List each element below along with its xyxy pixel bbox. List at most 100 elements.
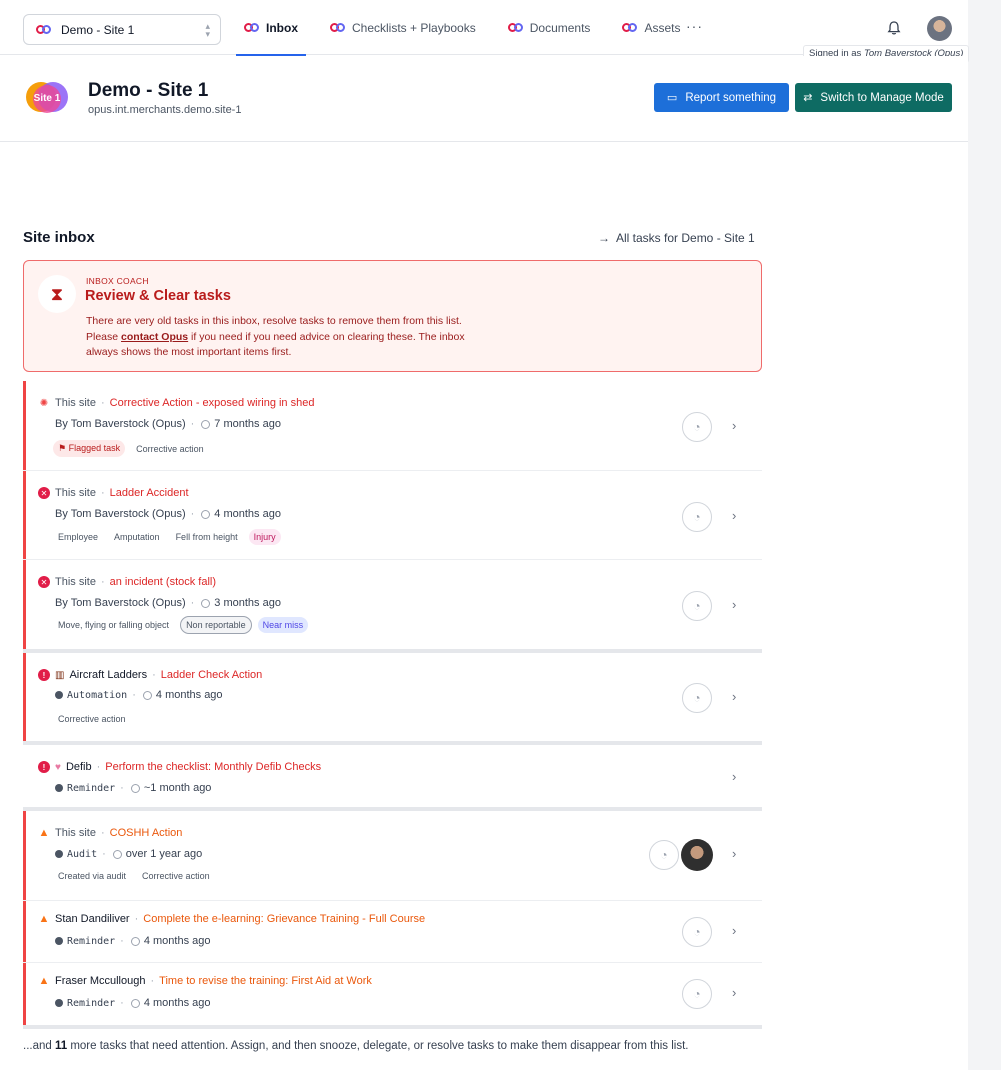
task-row[interactable]: ✕ This site · an incident (stock fall) B… [23,560,762,653]
separator-dot: · [102,848,106,860]
snooze-icon[interactable]: ◔ [682,412,712,442]
task-age: ~1 month ago [143,782,212,794]
task-title[interactable]: Corrective Action - exposed wiring in sh… [110,397,315,409]
assignee-avatar[interactable] [681,839,713,871]
task-row[interactable]: ! ▥ Aircraft Ladders · Ladder Check Acti… [23,653,762,745]
task-title[interactable]: Ladder Accident [110,487,189,499]
snooze-icon[interactable]: ◔ [682,683,712,713]
clock-icon [112,849,122,859]
task-source: This site [55,487,96,499]
robot-icon [55,937,63,945]
separator-dot: · [100,576,105,588]
task-age: 4 months ago [143,997,211,1009]
task-source: This site [55,827,96,839]
task-title[interactable]: COSHH Action [110,827,183,839]
tag-injury: Injury [248,529,281,545]
separator-dot: · [152,669,156,681]
snooze-icon[interactable]: ◔ [682,917,712,947]
tab-assets[interactable]: Assets [614,0,688,55]
robot-icon [55,850,63,858]
page-gutter [968,0,1001,1070]
task-title[interactable]: Time to revise the training: First Aid a… [159,975,372,987]
clock-icon [201,509,211,519]
separator-dot: · [120,935,124,947]
chevron-right-icon[interactable]: › [732,985,736,1000]
task-age: 3 months ago [214,597,281,609]
error-x-icon: ✕ [38,576,50,588]
contact-opus-link[interactable]: contact Opus [121,331,188,343]
all-tasks-label: All tasks for Demo - Site 1 [616,231,755,245]
task-author: Automation [67,689,128,701]
site-selector[interactable]: Demo - Site 1 ▴ ▾ [23,14,221,45]
snooze-icon[interactable]: ◔ [649,840,679,870]
task-source: Aircraft Ladders [69,669,148,681]
snooze-icon[interactable]: ◔ [682,502,712,532]
task-row[interactable]: ! ♥ Defib · Perform the checklist: Month… [23,745,762,811]
nav-tabs: Inbox Checklists + Playbooks Documents A… [236,0,704,56]
tag-label: Flagged task [68,443,121,453]
task-author: Reminder [67,997,116,1009]
site-badge-text: Site 1 [34,93,61,104]
tag: Corrective action [142,871,210,881]
tag: Employee [58,532,99,542]
site-header: Site 1 Demo - Site 1 opus.int.merchants.… [0,56,968,142]
task-row[interactable]: ▲ This site · COSHH Action Audit · over … [23,811,762,901]
task-title[interactable]: an incident (stock fall) [110,576,216,588]
more-tasks-note: ...and 11 more tasks that need attention… [23,1040,688,1052]
bell-icon[interactable] [886,20,902,36]
opus-logo-icon [36,25,52,34]
task-title[interactable]: Perform the checklist: Monthly Defib Che… [105,761,321,773]
task-age: over 1 year ago [125,848,203,860]
snooze-icon[interactable]: ◔ [682,591,712,621]
tag: Fell from height [175,532,238,542]
swap-arrows-icon: ⇄ [803,92,813,104]
ladder-icon: ▥ [55,669,65,681]
tab-label: Checklists + Playbooks [352,20,476,35]
all-tasks-link[interactable]: → All tasks for Demo - Site 1 [598,231,755,245]
report-something-button[interactable]: ▭ Report something [654,83,789,112]
task-row[interactable]: ✺ This site · Corrective Action - expose… [23,381,762,471]
tab-label: Inbox [266,20,298,35]
robot-icon [55,999,63,1007]
task-title[interactable]: Complete the e-learning: Grievance Train… [143,913,425,925]
chevron-right-icon[interactable]: › [732,508,736,523]
opus-logo-icon [622,23,638,32]
footer-text: more tasks that need attention. Assign, … [67,1040,689,1052]
task-row[interactable]: ▲ Fraser Mccullough · Time to revise the… [23,963,762,1029]
warning-icon: ▲ [38,975,50,987]
tab-label: Assets [644,20,681,35]
user-avatar[interactable] [927,16,952,41]
tag-near-miss: Near miss [257,617,309,633]
tag-flagged: ⚑ Flagged task [53,440,126,457]
chevron-right-icon[interactable]: › [732,597,736,612]
separator-dot: · [100,487,105,499]
separator-dot: · [100,397,105,409]
chevron-right-icon[interactable]: › [732,769,736,784]
clock-icon [130,783,140,793]
task-source: Defib [65,761,92,773]
task-title[interactable]: Ladder Check Action [161,669,263,681]
tab-documents[interactable]: Documents [500,0,599,55]
tag: Move, flying or falling object [58,620,170,630]
task-source: This site [55,397,96,409]
chevron-right-icon[interactable]: › [732,418,736,433]
task-author: Audit [67,848,98,860]
opus-logo-icon [330,23,346,32]
task-source: This site [55,576,96,588]
task-row[interactable]: ▲ Stan Dandiliver · Complete the e-learn… [23,901,762,963]
clock-icon [142,690,152,700]
opus-logo-icon [507,23,524,32]
chevron-right-icon[interactable]: › [732,923,736,938]
tag: Corrective action [58,714,126,724]
clock-icon [130,998,140,1008]
snooze-icon[interactable]: ◔ [682,979,712,1009]
task-author: By Tom Baverstock (Opus) [55,418,186,430]
switch-manage-mode-button[interactable]: ⇄ Switch to Manage Mode [795,83,952,112]
chevron-right-icon[interactable]: › [732,846,736,861]
more-menu-button[interactable]: ··· [686,18,703,34]
tab-inbox[interactable]: Inbox [236,0,306,56]
task-row[interactable]: ✕ This site · Ladder Accident By Tom Bav… [23,471,762,560]
report-button-label: Report something [685,91,777,104]
chevron-right-icon[interactable]: › [732,689,736,704]
tab-checklists[interactable]: Checklists + Playbooks [322,0,484,55]
